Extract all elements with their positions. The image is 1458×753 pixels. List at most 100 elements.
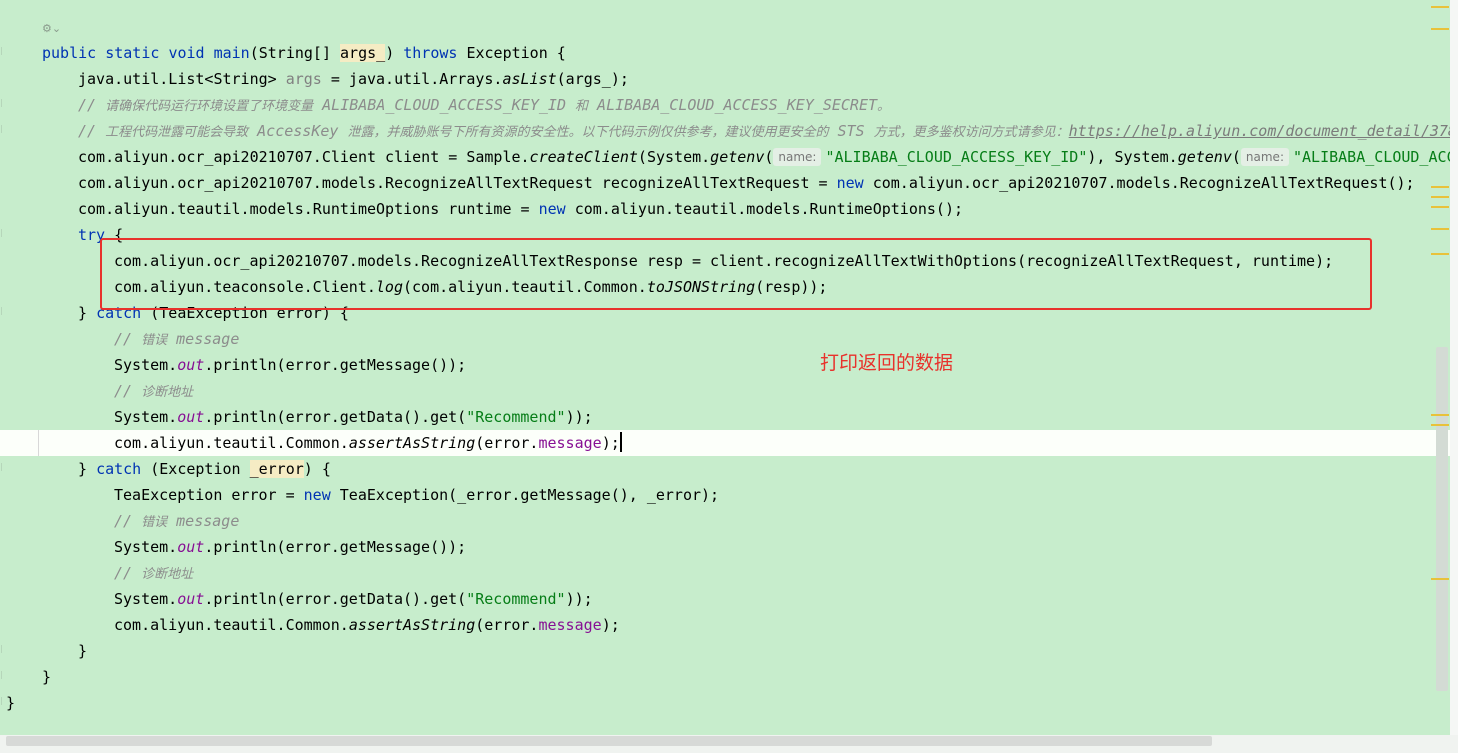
comment-text: 诊断地址 xyxy=(141,567,194,582)
annotation-highlight-box xyxy=(100,238,1372,310)
comment-text: // xyxy=(114,330,142,348)
error-stripe-marker[interactable] xyxy=(1431,196,1449,198)
comment-text: 错误 xyxy=(141,333,168,348)
comment-text: 泄露，并威胁账号下所有资源的安全性。以下代码示例仅供参考，建议使用更安全的 xyxy=(347,125,829,140)
token-field: message xyxy=(538,434,602,452)
code-line[interactable]: TeaException error = new TeaException(_e… xyxy=(0,482,1450,508)
current-code-line[interactable]: com.aliyun.teautil.Common.assertAsString… xyxy=(0,430,1450,456)
token-text: (Exception xyxy=(141,460,250,478)
token-text: ( xyxy=(1231,148,1241,166)
code-line[interactable]: com.aliyun.teautil.models.RuntimeOptions… xyxy=(0,196,1450,222)
code-line[interactable]: } xyxy=(0,638,1450,664)
comment-link[interactable]: https://help.aliyun.com/document_detail/… xyxy=(1069,122,1450,140)
code-line[interactable]: System.out.println(error.getData().get("… xyxy=(0,586,1450,612)
error-stripe-marker[interactable] xyxy=(1431,578,1449,580)
token-param-highlight: args_ xyxy=(340,44,386,62)
token-method: main xyxy=(213,44,250,62)
token-static-field: out xyxy=(177,590,205,608)
code-line[interactable]: System.out.println(error.getMessage()); xyxy=(0,352,1450,378)
token-static-field: out xyxy=(177,356,205,374)
token-text: .println(error.getData().get( xyxy=(204,408,467,426)
code-line[interactable]: System.out.println(error.getMessage()); xyxy=(0,534,1450,560)
code-vision-icon[interactable]: ⚙⌄ xyxy=(42,22,61,35)
comment-text: 诊断地址 xyxy=(141,385,194,400)
token-keyword: new xyxy=(303,486,331,504)
code-line[interactable]: // 错误 message xyxy=(0,508,1450,534)
right-edge-panel xyxy=(1450,0,1458,735)
annotation-label: 打印返回的数据 xyxy=(820,352,954,374)
token-text: } xyxy=(78,304,97,322)
token-string: "Recommend" xyxy=(466,408,566,426)
code-line[interactable]: } catch (Exception _error) { xyxy=(0,456,1450,482)
token-text: )); xyxy=(565,408,593,426)
code-line[interactable]: } xyxy=(0,690,1450,716)
code-line[interactable]: // 诊断地址 xyxy=(0,560,1450,586)
token-text: ) xyxy=(385,44,404,62)
token-text: (args_); xyxy=(556,70,629,88)
code-line[interactable]: // 请确保代码运行环境设置了环境变量 ALIBABA_CLOUD_ACCESS… xyxy=(0,92,1450,118)
comment-text: 和 xyxy=(575,99,589,114)
token-text: .println(error.getData().get( xyxy=(204,590,467,608)
token-text: System. xyxy=(114,538,178,556)
code-line[interactable]: com.aliyun.ocr_api20210707.models.Recogn… xyxy=(0,170,1450,196)
token-text: ( xyxy=(764,148,774,166)
error-stripe-marker[interactable] xyxy=(1431,6,1449,8)
error-stripe-marker[interactable] xyxy=(1431,28,1449,30)
comment-text: 工程代码泄露可能会导致 xyxy=(105,125,249,140)
code-line[interactable]: java.util.List<String> args = java.util.… xyxy=(0,66,1450,92)
token-text: TeaException(_error.getMessage(), _error… xyxy=(330,486,720,504)
token-unused-var: args xyxy=(285,70,322,88)
code-line[interactable]: // 诊断地址 xyxy=(0,378,1450,404)
token-keyword: new xyxy=(538,200,566,218)
code-editor[interactable]: ⚙⌄ public static void main(String[] args… xyxy=(0,0,1450,735)
token-text: ) { xyxy=(303,460,331,478)
code-line[interactable]: System.out.println(error.getData().get("… xyxy=(0,404,1450,430)
horizontal-scrollbar[interactable] xyxy=(0,735,1458,753)
token-static-method: assertAsString xyxy=(348,434,476,452)
comment-text: // xyxy=(114,382,142,400)
token-text: com.aliyun.ocr_api20210707.Client client… xyxy=(78,148,530,166)
comment-text: 方式，更多鉴权访问方式请参见： xyxy=(873,125,1069,140)
code-line[interactable]: // 工程代码泄露可能会导致 AccessKey 泄露，并威胁账号下所有资源的安… xyxy=(0,118,1450,144)
token-text: } xyxy=(6,694,16,712)
token-text: (error. xyxy=(475,616,539,634)
indent-guide xyxy=(38,430,39,456)
token-keyword: void xyxy=(168,44,205,62)
comment-text: // xyxy=(78,122,106,140)
error-stripe-marker[interactable] xyxy=(1431,186,1449,188)
token-field: message xyxy=(538,616,602,634)
error-stripe-marker[interactable] xyxy=(1431,228,1449,230)
vertical-scrollbar-thumb[interactable] xyxy=(1436,347,1448,691)
token-text: com.aliyun.teautil.Common. xyxy=(114,434,349,452)
token-keyword: public xyxy=(42,44,97,62)
comment-text: STS xyxy=(828,122,874,140)
token-text: com.aliyun.teautil.Common. xyxy=(114,616,349,634)
comment-text: 错误 xyxy=(141,515,168,530)
comment-text: // xyxy=(78,96,106,114)
code-line[interactable]: // 错误 message xyxy=(0,326,1450,352)
error-stripe-marker[interactable] xyxy=(1431,206,1449,208)
horizontal-scrollbar-thumb[interactable] xyxy=(6,736,1212,746)
token-text: = java.util.Arrays. xyxy=(321,70,503,88)
token-text: com.aliyun.ocr_api20210707.models.Recogn… xyxy=(863,174,1415,192)
error-stripe-marker[interactable] xyxy=(1431,253,1449,255)
token-text: com.aliyun.teautil.models.RuntimeOptions… xyxy=(565,200,964,218)
code-line[interactable]: com.aliyun.ocr_api20210707.Client client… xyxy=(0,144,1450,170)
comment-text: message xyxy=(167,330,240,348)
token-static-method: asList xyxy=(502,70,557,88)
code-line[interactable]: } xyxy=(0,664,1450,690)
code-line[interactable]: public static void main(String[] args_) … xyxy=(0,40,1450,66)
comment-text: ALIBABA_CLOUD_ACCESS_KEY_SECRET xyxy=(588,96,878,114)
text-cursor xyxy=(619,432,622,452)
param-name-hint: name: xyxy=(773,148,822,166)
token-text: (String[] xyxy=(249,44,341,62)
token-text: } xyxy=(42,668,52,686)
error-stripe-marker[interactable] xyxy=(1431,424,1449,426)
token-text: System. xyxy=(114,356,178,374)
token-text: )); xyxy=(565,590,593,608)
token-text: Exception { xyxy=(457,44,566,62)
comment-text: 。 xyxy=(877,99,891,114)
code-line[interactable]: com.aliyun.teautil.Common.assertAsString… xyxy=(0,612,1450,638)
token-keyword: static xyxy=(105,44,160,62)
error-stripe-marker[interactable] xyxy=(1431,414,1449,416)
